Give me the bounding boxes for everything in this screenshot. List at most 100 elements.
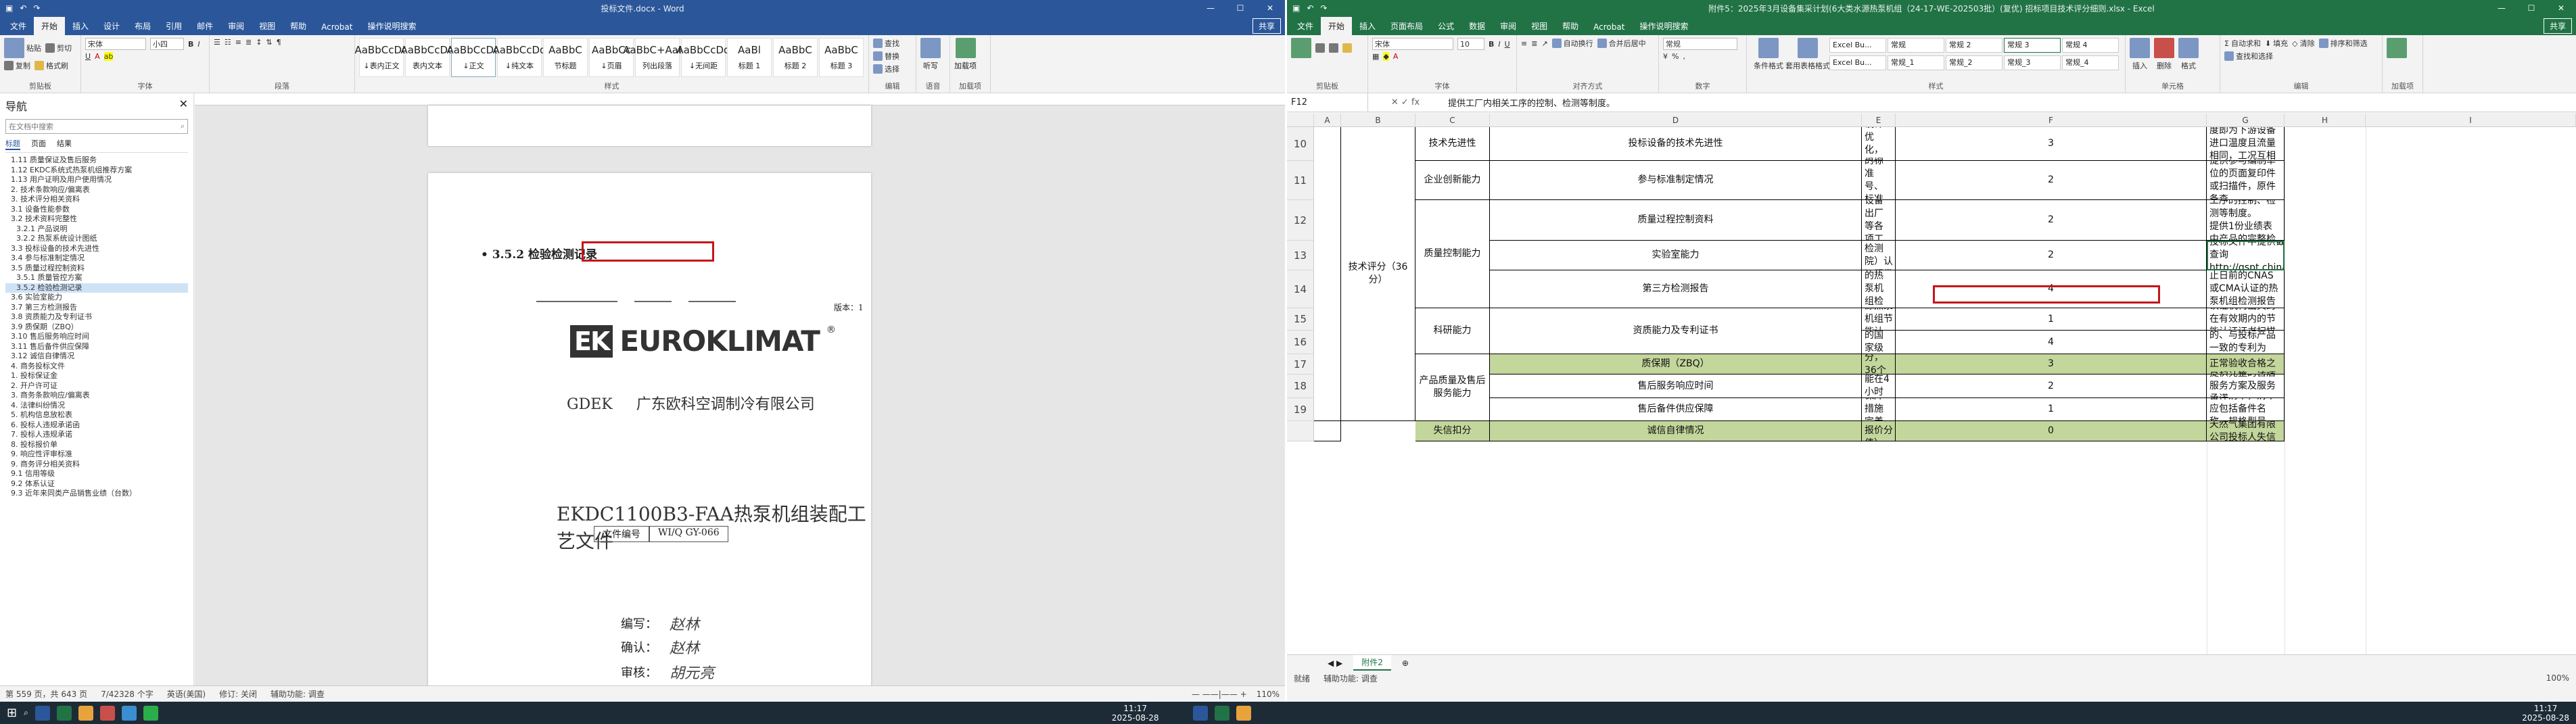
format-as-table-button[interactable]: 套用表格格式 <box>1785 38 1830 71</box>
percent-icon[interactable]: % <box>1672 52 1679 61</box>
tell-me-search[interactable]: 操作说明搜索 <box>1632 17 1695 35</box>
currency-icon[interactable]: ¥ <box>1663 52 1668 61</box>
formula-input[interactable]: 提供工厂内相关工序的控制、检测等制度。 <box>1443 96 2576 109</box>
style-item[interactable]: AaBbC 节标题 <box>543 38 588 77</box>
tab-review[interactable]: 审阅 <box>220 17 252 35</box>
nav-heading-item[interactable]: 1.11 质量保证及售后服务 <box>5 155 188 166</box>
table-cell[interactable]: 失信扣分 <box>1415 421 1490 441</box>
nav-heading-item[interactable]: 2. 开户许可证 <box>5 381 188 391</box>
nav-heading-item[interactable]: 3.1 设备性能参数 <box>5 205 188 215</box>
fill-button[interactable]: ⬇ 填充 <box>2265 38 2288 49</box>
column-header[interactable]: H <box>2285 114 2366 127</box>
table-cell[interactable] <box>1314 127 1341 421</box>
table-cell[interactable]: 3 <box>1896 127 2207 161</box>
table-cell[interactable]: 具有CNAS或CMA检测机构出具的热泵机组检验报告，得4分，否则不得分。 <box>1862 270 1896 308</box>
nav-heading-item[interactable]: 3.2.2 热泵系统设计图纸 <box>5 234 188 244</box>
table-cell[interactable]: 企业创新能力 <box>1415 161 1490 200</box>
save-icon[interactable]: ▣ <box>5 3 13 13</box>
word-count[interactable]: 7/42328 个字 <box>101 688 154 700</box>
tab-insert[interactable]: 插入 <box>1352 17 1383 35</box>
nav-heading-item[interactable]: 3.4 参与标准制定情况 <box>5 254 188 264</box>
nav-heading-item[interactable]: 6. 投标人违规承诺函 <box>5 420 188 431</box>
zoom-level[interactable]: 110% <box>1257 690 1280 699</box>
nav-heading-item[interactable]: 9.1 信用等级 <box>5 469 188 479</box>
table-cell[interactable]: 科研能力 <box>1415 308 1490 354</box>
undo-icon[interactable]: ↶ <box>20 3 26 13</box>
sheet-tab[interactable]: 附件2 <box>1353 655 1391 671</box>
add-sheet-icon[interactable]: ⊕ <box>1402 658 1409 668</box>
select-all-corner[interactable] <box>1287 114 1314 127</box>
cell-style-item[interactable]: 常规 <box>1888 38 1944 53</box>
table-cell[interactable]: 提供完备的备品备件清单，清单应包括备件名称、规格型号、数量等信息。 <box>2207 398 2285 421</box>
bullets-icon[interactable]: ☰ <box>214 38 220 47</box>
microphone-icon[interactable] <box>920 38 941 58</box>
table-cell[interactable]: 诚信自律情况 <box>1490 421 1862 441</box>
conditional-format-button[interactable]: 条件格式 <box>1751 38 1786 71</box>
row-header[interactable]: 19 <box>1287 398 1314 421</box>
excel-taskbar-icon[interactable] <box>56 705 72 721</box>
cell-style-item[interactable]: 常规_4 <box>2062 55 2119 70</box>
table-cell[interactable]: 提供参与与本包别物资相关的国家或行业标准制定的标准号、标准名称等相关文件，每提供… <box>1862 161 1896 200</box>
clock-right[interactable]: 11:17 2025-08-28 <box>2522 704 2569 723</box>
nav-heading-item[interactable]: 3.10 售后服务响应时间 <box>5 332 188 342</box>
nav-heading-item[interactable]: 1.13 用户证明及用户使用情况 <box>5 175 188 185</box>
autosum-button[interactable]: Σ 自动求和 <box>2224 38 2261 49</box>
nav-heading-item[interactable]: 3.9 质保期（ZBQ） <box>5 322 188 333</box>
style-item[interactable]: AaBbCcDd ↓表内正文 <box>354 38 408 77</box>
tab-acrobat[interactable]: Acrobat <box>314 19 360 35</box>
nav-heading-item[interactable]: 3.8 资质能力及专利证书 <box>5 312 188 322</box>
sheet-prev-icon[interactable]: ◀ ▶ <box>1328 658 1342 668</box>
nav-heading-item[interactable]: 3.11 售后备件供应保障 <box>5 342 188 352</box>
browser-taskbar-icon[interactable] <box>121 705 137 721</box>
align-top-icon[interactable]: ≡ <box>1521 38 1527 49</box>
tab-data[interactable]: 数据 <box>1461 17 1493 35</box>
table-cell[interactable]: 实验室能力 <box>1490 241 1862 270</box>
replace-button[interactable]: 替换 <box>873 51 899 62</box>
find-button[interactable]: 查找 <box>873 38 899 49</box>
table-cell[interactable]: 2 <box>1896 375 2207 398</box>
zoom-slider[interactable]: — ——|—— + <box>1192 690 1247 699</box>
number-format-select[interactable]: 常规 <box>1663 38 1737 50</box>
format-painter-button[interactable]: 格式刷 <box>34 60 68 71</box>
table-cell[interactable]: 提供完整的售后服务方案及服务承诺。 <box>2207 375 2285 398</box>
table-cell[interactable]: 质量控制能力 <box>1415 200 1490 308</box>
nav-tab-pages[interactable]: 页面 <box>31 138 46 150</box>
accessibility[interactable]: 辅助功能: 调查 <box>271 688 325 700</box>
folder-taskbar-icon[interactable] <box>78 705 93 721</box>
fx-icon[interactable]: ✕ ✓ fx <box>1368 97 1443 107</box>
cell-style-item[interactable]: 常规_1 <box>1888 55 1944 70</box>
nav-heading-item[interactable]: 3.2 技术资料完整性 <box>5 214 188 224</box>
search-icon[interactable]: ⌕ <box>181 122 185 131</box>
tab-mailings[interactable]: 邮件 <box>189 17 220 35</box>
table-cell[interactable]: 3 <box>1896 354 2207 375</box>
wrap-text-button[interactable]: 自动换行 <box>1551 38 1593 49</box>
tab-review[interactable]: 审阅 <box>1493 17 1524 35</box>
nav-heading-item[interactable]: 2. 技术条款响应/偏离表 <box>5 185 188 195</box>
clear-button[interactable]: ◇ 清除 <box>2292 38 2314 49</box>
copy-button[interactable] <box>1329 38 1338 58</box>
nav-heading-item[interactable]: 7. 投标人违规承诺 <box>5 430 188 440</box>
minimize-icon[interactable]: — <box>2487 3 2516 13</box>
copy-button[interactable]: 复制 <box>4 60 30 71</box>
share-button[interactable]: 共享 <box>2543 18 2572 34</box>
table-cell[interactable]: 承诺在质保期内能及时提供备品备件，供应保障措施完善且备件价格合理得 1 分，否则… <box>1862 398 1896 421</box>
delete-cells-button[interactable]: 删除 <box>2154 38 2174 71</box>
zoom-level[interactable]: 100% <box>2546 673 2569 683</box>
table-cell[interactable]: 投标人的实验室取得由国家级检测中心（CMPI检测院）认证颁发的《试验室资质证书》… <box>1862 241 1896 270</box>
font-color-button[interactable]: A <box>95 52 100 61</box>
table-cell[interactable]: 根据项目需求，地热水直进热泵机组具水温波动大，水侧串联，投标方对热泵机组进行整体… <box>1862 127 1896 161</box>
style-item[interactable]: AaBbC+AaBb 列出段落 <box>623 38 692 77</box>
table-cell[interactable]: 参与标准制定情况 <box>1490 161 1862 200</box>
nav-heading-item[interactable]: 9.2 体系认证 <box>5 479 188 489</box>
table-cell[interactable]: 提供完整的售后服务方案及服务承诺，投标人承诺在接到故障通知后，能在4小时内到达现… <box>1862 375 1896 398</box>
tab-insert[interactable]: 插入 <box>65 17 96 35</box>
row-header[interactable]: 13 <box>1287 241 1314 270</box>
table-cell[interactable]: 4 <box>1896 331 2207 354</box>
table-cell[interactable]: 售后备件供应保障 <box>1490 398 1862 421</box>
tell-me-search[interactable]: 操作说明搜索 <box>360 17 423 35</box>
folder-taskbar-icon[interactable] <box>1236 705 1251 721</box>
numbering-icon[interactable]: ☷ <box>225 38 231 47</box>
merge-center-button[interactable]: 合并后居中 <box>1597 38 1646 49</box>
row-header[interactable]: 12 <box>1287 200 1314 241</box>
line-spacing-icon[interactable]: ↕ <box>256 38 262 47</box>
